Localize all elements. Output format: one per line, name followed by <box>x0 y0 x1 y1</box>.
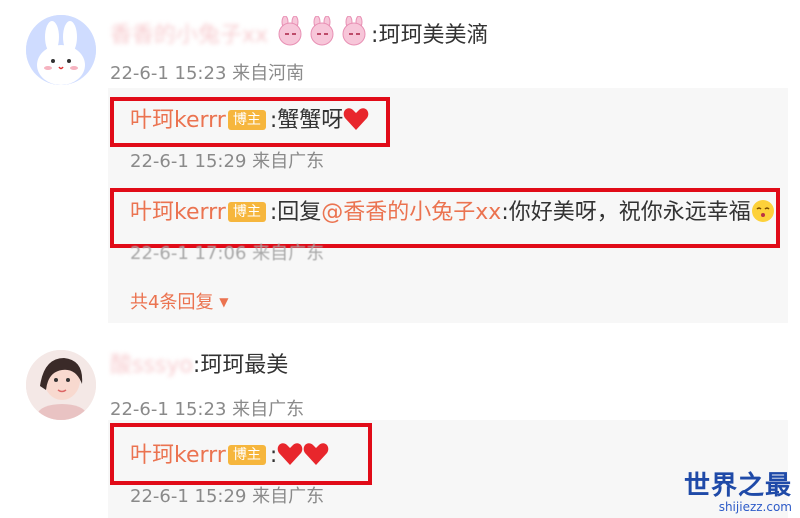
comment-text: 香香的小兔子xx :珂珂美美滴 <box>110 15 489 54</box>
avatar[interactable] <box>26 350 96 420</box>
comment-author[interactable]: 香香的小兔子xx <box>110 23 268 48</box>
timestamp: 22-6-1 17:06 <box>130 243 247 264</box>
location: 来自广东 <box>232 399 305 420</box>
portrait-avatar-icon <box>26 350 96 420</box>
comment-body: :珂珂美美滴 <box>371 23 489 48</box>
highlight-box <box>110 188 780 248</box>
more-replies-link[interactable]: 共4条回复 ▼ <box>130 290 228 315</box>
timestamp: 22-6-1 15:29 <box>130 486 247 507</box>
highlight-box <box>110 423 372 485</box>
comment-body: :珂珂最美 <box>192 353 289 378</box>
bunny-emoji-icon <box>275 15 371 54</box>
location: 来自河南 <box>232 63 305 84</box>
watermark: 世界之最 shijiezz.com <box>684 472 792 514</box>
bunny-avatar-icon <box>26 15 96 85</box>
reply-meta: 22-6-1 15:29 来自广东 <box>130 485 324 509</box>
watermark-title: 世界之最 <box>683 471 792 501</box>
watermark-url: shijiezz.com <box>718 500 792 514</box>
comment-text: 酸sssyo:珂珂最美 <box>110 352 288 380</box>
location: 来自广东 <box>252 243 325 264</box>
comment-feed: 香香的小兔子xx :珂珂美美滴 22-6-1 15:23 来自河南 叶珂kerr… <box>0 0 800 518</box>
chevron-down-icon: ▼ <box>219 295 229 309</box>
location: 来自广东 <box>252 151 325 172</box>
timestamp: 22-6-1 15:29 <box>130 151 247 172</box>
comment-meta: 22-6-1 15:23 来自河南 <box>110 62 304 86</box>
highlight-box <box>110 97 390 147</box>
timestamp: 22-6-1 15:23 <box>110 63 227 84</box>
comment-author[interactable]: 酸sssyo <box>110 353 193 378</box>
comment-meta: 22-6-1 15:23 来自广东 <box>110 398 304 422</box>
avatar[interactable] <box>26 15 96 85</box>
timestamp: 22-6-1 15:23 <box>110 399 227 420</box>
location: 来自广东 <box>252 486 325 507</box>
more-replies-label: 共4条回复 <box>130 292 214 313</box>
reply-meta: 22-6-1 15:29 来自广东 <box>130 150 324 174</box>
reply-meta: 22-6-1 17:06 来自广东 <box>130 242 324 266</box>
